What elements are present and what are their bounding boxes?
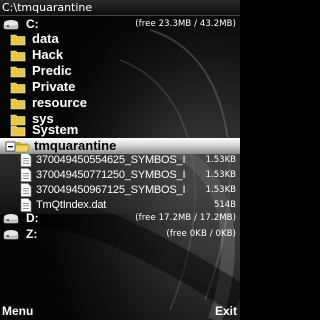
drive-icon: [3, 230, 19, 240]
softkey-bar: Menu Exit: [0, 302, 240, 320]
folder-label: Private: [32, 79, 76, 94]
drive-d-label: D:: [26, 211, 39, 225]
folder-row-data[interactable]: data: [0, 31, 240, 47]
file-icon: [20, 153, 32, 167]
file-size: 1.53KB: [205, 155, 236, 165]
drive-z-row[interactable]: Z: (free 0KB / 0KB): [0, 226, 240, 242]
folder-icon: [10, 98, 26, 110]
folder-icon: [10, 50, 26, 62]
folder-label: Hack: [32, 47, 64, 62]
file-manager-screen: C:\tmquarantine C: (free 23.3MB / 43.2MB…: [0, 0, 240, 320]
drive-icon: [3, 214, 19, 224]
folder-icon: [10, 66, 26, 78]
folder-icon: [10, 82, 26, 94]
file-name: 370049450771250_SYMBOS_I: [36, 169, 186, 181]
file-name: 370049450967125_SYMBOS_I: [36, 184, 186, 196]
path-bar: C:\tmquarantine: [0, 0, 240, 16]
file-row[interactable]: 370049450771250_SYMBOS_I 1.53KB: [0, 167, 240, 183]
file-name: 370049450554625_SYMBOS_I: [36, 154, 186, 166]
file-size: 1.53KB: [205, 185, 236, 195]
drive-icon: [3, 20, 19, 30]
folder-icon: [10, 34, 26, 46]
drive-z-label: Z:: [26, 227, 38, 241]
open-folder-icon: [14, 142, 30, 153]
drive-d-row[interactable]: D: (free 17.2MB / 17.2MB): [0, 210, 240, 226]
drive-c-free-space: (free 23.3MB / 43.2MB): [135, 19, 236, 29]
drive-c-label: C:: [26, 17, 39, 31]
file-icon: [20, 168, 32, 182]
current-path: C:\tmquarantine: [2, 1, 93, 14]
folder-label: System: [32, 122, 79, 137]
drive-z-free-space: (free 0KB / 0KB): [166, 229, 236, 239]
file-row[interactable]: 370049450554625_SYMBOS_I 1.53KB: [0, 152, 240, 168]
folder-row-hack[interactable]: Hack: [0, 47, 240, 63]
folder-icon: [10, 125, 26, 137]
folder-label: data: [32, 31, 59, 46]
folder-row-predic[interactable]: Predic: [0, 63, 240, 79]
folder-row-resource[interactable]: resource: [0, 95, 240, 111]
file-icon: [20, 183, 32, 197]
file-row[interactable]: 370049450967125_SYMBOS_I 1.53KB: [0, 182, 240, 198]
exit-softkey[interactable]: Exit: [215, 302, 237, 320]
drive-d-free-space: (free 17.2MB / 17.2MB): [135, 213, 236, 223]
menu-softkey[interactable]: Menu: [2, 302, 33, 320]
folder-label: resource: [32, 95, 87, 110]
folder-label: Predic: [32, 63, 72, 78]
folder-row-private[interactable]: Private: [0, 79, 240, 95]
file-size: 1.53KB: [205, 170, 236, 180]
folder-row-system[interactable]: System: [0, 122, 240, 138]
drive-c-row[interactable]: C: (free 23.3MB / 43.2MB): [0, 16, 240, 32]
